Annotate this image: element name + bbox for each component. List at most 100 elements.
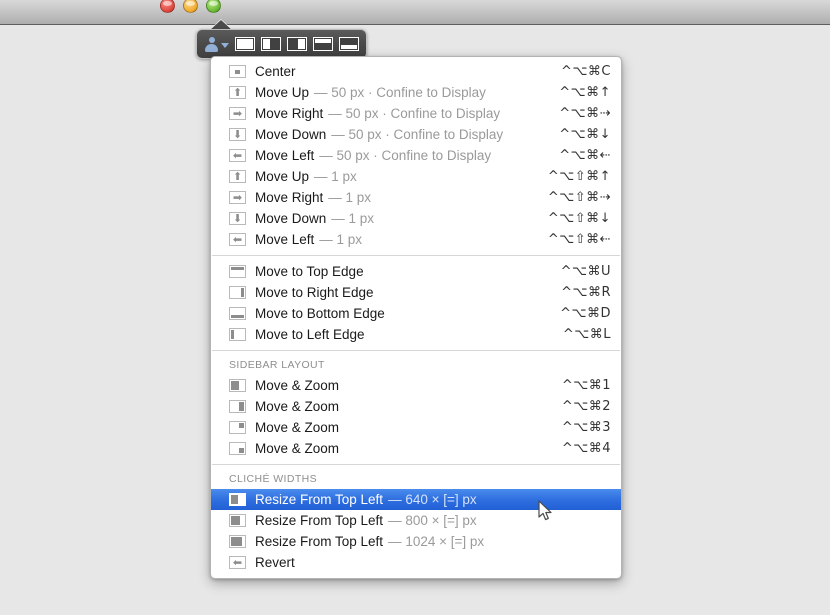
menu-item-detail: — 1 px [328, 190, 372, 205]
menu-item-label: Move to Bottom Edge [255, 306, 385, 321]
menu-item[interactable]: Resize From Top Left — 1024 × [=] px [211, 531, 621, 552]
layout-right-half-icon[interactable] [287, 37, 307, 51]
menu-item-shortcut: ^⌥⌘2 [561, 399, 611, 414]
menu-item-label: Move Up [255, 85, 310, 100]
person-icon [204, 37, 219, 52]
edge-bottom-icon [229, 307, 246, 320]
menu-item-shortcut: ^⌥⌘R [561, 285, 611, 300]
menu-item[interactable]: ➡ Move Right — 1 px ^⌥⇧⌘⇢ [211, 187, 621, 208]
menu-item[interactable]: ⬅ Revert [211, 552, 621, 573]
menu-item[interactable]: ⬆ Move Up — 1 px ^⌥⇧⌘↑ [211, 166, 621, 187]
menu-item[interactable]: Move & Zoom ^⌥⌘4 [211, 438, 621, 459]
menu-item-label: Resize From Top Left [255, 534, 384, 549]
menu-item-detail: — 50 px · Confine to Display [328, 106, 501, 121]
menu-item-shortcut: ^⌥⌘U [560, 264, 611, 279]
menu-item-shortcut: ^⌥⌘4 [561, 441, 611, 456]
menu-item[interactable]: ⬆ Move Up — 50 px · Confine to Display ^⌥⌘↑ [211, 82, 621, 103]
menu-item-label: Move Down [255, 211, 327, 226]
menu-item[interactable]: Move to Bottom Edge ^⌥⌘D [211, 303, 621, 324]
arrow-down-icon: ⬇ [229, 212, 246, 225]
menu-item-label: Move to Top Edge [255, 264, 364, 279]
arrow-left-icon: ⬅ [229, 149, 246, 162]
arrow-up-icon: ⬆ [229, 170, 246, 183]
menu-item-shortcut: ^⌥⇧⌘⇠ [547, 232, 611, 247]
sidebar-layout-2-icon [229, 400, 246, 413]
close-button[interactable] [160, 0, 175, 13]
menu-item-shortcut: ^⌥⌘⇢ [559, 106, 611, 121]
menu-separator [212, 464, 620, 465]
menu-item-label: Move & Zoom [255, 441, 340, 456]
menu-item-label: Move Right [255, 190, 324, 205]
menu-section-header: CLICHÉ WIDTHS [229, 473, 318, 485]
menu-item-detail: — 1 px [331, 211, 375, 226]
menu-item-label: Move Left [255, 232, 315, 247]
sidebar-layout-3-icon [229, 421, 246, 434]
menu-item[interactable]: ➡ Move Right — 50 px · Confine to Display ^… [211, 103, 621, 124]
toolbar [196, 29, 367, 59]
menu-item[interactable]: ⬇ Move Down — 50 px · Confine to Display ^⌥… [211, 124, 621, 145]
menu-item-shortcut: ^⌥⌘↓ [559, 127, 611, 142]
menu-item-shortcut: ^⌥⇧⌘↓ [547, 211, 611, 226]
menu-item[interactable]: ⬅ Move Left — 50 px · Confine to Display ^⌥… [211, 145, 621, 166]
menu-item-label: Move to Left Edge [255, 327, 365, 342]
chevron-down-icon [221, 43, 229, 48]
arrow-up-icon: ⬆ [229, 86, 246, 99]
menu-item-detail: — 50 px · Confine to Display [314, 85, 486, 100]
menu-item[interactable]: Move & Zoom ^⌥⌘3 [211, 417, 621, 438]
menu-item-label: Move Up [255, 169, 310, 184]
edge-top-icon [229, 265, 246, 278]
arrow-right-icon: ➡ [229, 107, 246, 120]
person-menu-button[interactable] [204, 37, 229, 52]
layout-left-half-icon[interactable] [261, 37, 281, 51]
menu-item-label: Move & Zoom [255, 420, 340, 435]
resize-1024-icon [229, 535, 246, 548]
arrow-right-icon: ➡ [229, 191, 246, 204]
menu-item-label: Revert [255, 555, 295, 570]
menu-item-label: Move Down [255, 127, 327, 142]
minimize-button[interactable] [183, 0, 198, 13]
menu-item[interactable]: Move & Zoom ^⌥⌘2 [211, 396, 621, 417]
traffic-light-group [160, 0, 221, 13]
menu-item[interactable]: Move to Top Edge ^⌥⌘U [211, 261, 621, 282]
menu-item-shortcut: ^⌥⌘⇠ [559, 148, 611, 163]
menu-item-shortcut: ^⌥⌘↑ [559, 85, 611, 100]
window-titlebar [0, 0, 830, 25]
menu-item-label: Move & Zoom [255, 378, 340, 393]
resize-640-icon [229, 493, 246, 506]
menu-item[interactable]: ⬅ Move Left — 1 px ^⌥⇧⌘⇠ [211, 229, 621, 250]
menu-item-label: Move to Right Edge [255, 285, 374, 300]
layout-bottom-half-icon[interactable] [339, 37, 359, 51]
center-icon [229, 65, 246, 78]
arrow-left-icon: ⬅ [229, 233, 246, 246]
menu-item-shortcut: ^⌥⇧⌘⇢ [547, 190, 611, 205]
menu-item-detail: — 1 px [319, 232, 363, 247]
menu-item-label: Center [255, 64, 296, 79]
menu-separator [212, 255, 620, 256]
layout-top-half-icon[interactable] [313, 37, 333, 51]
context-menu: Center ^⌥⌘C ⬆ Move Up — 50 px · Confine to D… [210, 56, 622, 579]
menu-item-shortcut: ^⌥⌘L [562, 327, 611, 342]
menu-item[interactable]: Resize From Top Left — 800 × [=] px [211, 510, 621, 531]
menu-item[interactable]: Move & Zoom ^⌥⌘1 [211, 375, 621, 396]
zoom-button[interactable] [206, 0, 221, 13]
sidebar-layout-4-icon [229, 442, 246, 455]
menu-item-detail: — 50 px · Confine to Display [331, 127, 504, 142]
menu-item-shortcut: ^⌥⌘D [560, 306, 611, 321]
menu-item-detail: — 640 × [=] px [388, 492, 477, 507]
menu-item-detail: — 800 × [=] px [388, 513, 477, 528]
layout-full-icon[interactable] [235, 37, 255, 51]
menu-item-shortcut: ^⌥⌘3 [561, 420, 611, 435]
resize-800-icon [229, 514, 246, 527]
menu-item[interactable]: Move to Left Edge ^⌥⌘L [211, 324, 621, 345]
menu-item-shortcut: ^⌥⇧⌘↑ [547, 169, 611, 184]
menu-item[interactable]: Center ^⌥⌘C [211, 61, 621, 82]
menu-item-shortcut: ^⌥⌘C [561, 64, 611, 79]
menu-item[interactable]: Resize From Top Left — 640 × [=] px [211, 489, 621, 510]
menu-item-label: Resize From Top Left [255, 513, 384, 528]
menu-section-header: SIDEBAR LAYOUT [229, 359, 325, 371]
arrow-down-icon: ⬇ [229, 128, 246, 141]
edge-left-icon [229, 328, 246, 341]
menu-item[interactable]: Move to Right Edge ^⌥⌘R [211, 282, 621, 303]
edge-right-icon [229, 286, 246, 299]
menu-item[interactable]: ⬇ Move Down — 1 px ^⌥⇧⌘↓ [211, 208, 621, 229]
